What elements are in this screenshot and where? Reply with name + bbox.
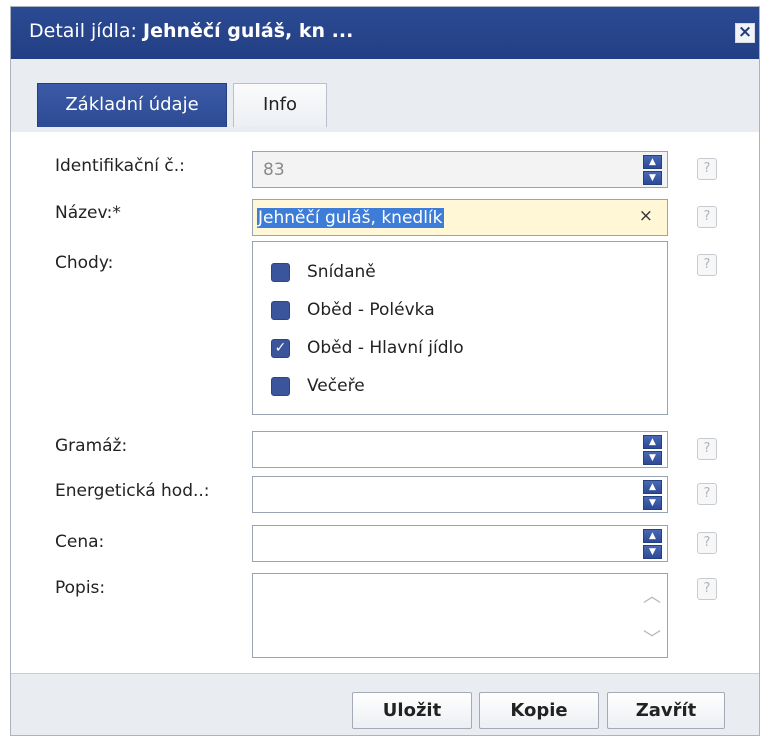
description-label: Popis: <box>55 578 106 598</box>
help-icon[interactable]: ? <box>697 438 717 460</box>
dialog-title-prefix: Detail jídla: <box>29 20 143 42</box>
dialog-title: Detail jídla: Jehněčí guláš, kn ... <box>29 20 353 42</box>
spin-down-icon[interactable]: ▼ <box>643 545 662 559</box>
spin-down-icon[interactable]: ▼ <box>643 496 662 510</box>
id-field[interactable]: 83 ▲ ▼ <box>252 151 668 188</box>
description-textarea[interactable]: ︿ ﹀ <box>252 573 668 658</box>
meal-detail-dialog: Detail jídla: Jehněčí guláš, kn ... × Zá… <box>10 6 760 736</box>
weight-input[interactable]: ▲ ▼ <box>252 431 668 468</box>
spin-down-icon[interactable]: ▼ <box>643 171 662 185</box>
spin-up-icon[interactable]: ▲ <box>643 529 662 543</box>
spin-up-icon[interactable]: ▲ <box>643 435 662 449</box>
id-label: Identifikační č.: <box>55 156 185 176</box>
help-icon[interactable]: ? <box>697 483 717 505</box>
price-label: Cena: <box>55 532 105 552</box>
clear-icon[interactable]: × <box>639 206 653 226</box>
courses-checkbox-list: Snídaně Oběd - Polévka ✓ Oběd - Hlavní j… <box>252 241 668 415</box>
price-spinner: ▲ ▼ <box>643 529 662 559</box>
weight-spinner: ▲ ▼ <box>643 435 662 465</box>
energy-input[interactable]: ▲ ▼ <box>252 476 668 513</box>
energy-spinner: ▲ ▼ <box>643 480 662 510</box>
price-input[interactable]: ▲ ▼ <box>252 525 668 562</box>
spin-down-icon[interactable]: ▼ <box>643 451 662 465</box>
name-label: Název:* <box>55 203 121 223</box>
checkbox[interactable] <box>271 263 290 282</box>
tab-strip: Základní údaje Info <box>11 59 759 184</box>
close-button[interactable]: Zavřít <box>607 692 725 729</box>
course-label: Oběd - Hlavní jídlo <box>307 338 464 358</box>
tab-info[interactable]: Info <box>233 83 327 127</box>
checkbox-checked[interactable]: ✓ <box>271 339 290 358</box>
course-label: Večeře <box>307 376 365 396</box>
energy-label: Energetická hod..: <box>55 481 210 501</box>
help-icon[interactable]: ? <box>697 532 717 554</box>
help-icon[interactable]: ? <box>697 206 717 228</box>
courses-label: Chody: <box>55 253 114 273</box>
save-button[interactable]: Uložit <box>352 692 472 729</box>
spin-up-icon[interactable]: ▲ <box>643 155 662 169</box>
checkbox[interactable] <box>271 301 290 320</box>
help-icon[interactable]: ? <box>697 158 717 180</box>
weight-label: Gramáž: <box>55 436 128 456</box>
id-spinner: ▲ ▼ <box>643 155 662 185</box>
course-label: Snídaně <box>307 262 376 282</box>
scroll-down-icon[interactable]: ﹀ <box>643 625 661 651</box>
form-panel: Identifikační č.: 83 ▲ ▼ ? Název:* Jehně… <box>11 132 759 674</box>
dialog-title-meal-name: Jehněčí guláš, kn ... <box>143 20 354 42</box>
name-value: Jehněčí guláš, knedlík <box>257 208 444 228</box>
checkbox[interactable] <box>271 377 290 396</box>
tab-basic-info[interactable]: Základní údaje <box>37 83 227 127</box>
name-input[interactable]: Jehněčí guláš, knedlík × <box>252 199 668 236</box>
dialog-titlebar[interactable]: Detail jídla: Jehněčí guláš, kn ... × <box>11 7 759 59</box>
spin-up-icon[interactable]: ▲ <box>643 480 662 494</box>
help-icon[interactable]: ? <box>697 578 717 600</box>
id-value: 83 <box>263 160 285 180</box>
close-icon[interactable]: × <box>735 23 755 43</box>
scroll-up-icon[interactable]: ︿ <box>643 582 661 608</box>
copy-button[interactable]: Kopie <box>479 692 599 729</box>
help-icon[interactable]: ? <box>697 254 717 276</box>
course-label: Oběd - Polévka <box>307 300 435 320</box>
